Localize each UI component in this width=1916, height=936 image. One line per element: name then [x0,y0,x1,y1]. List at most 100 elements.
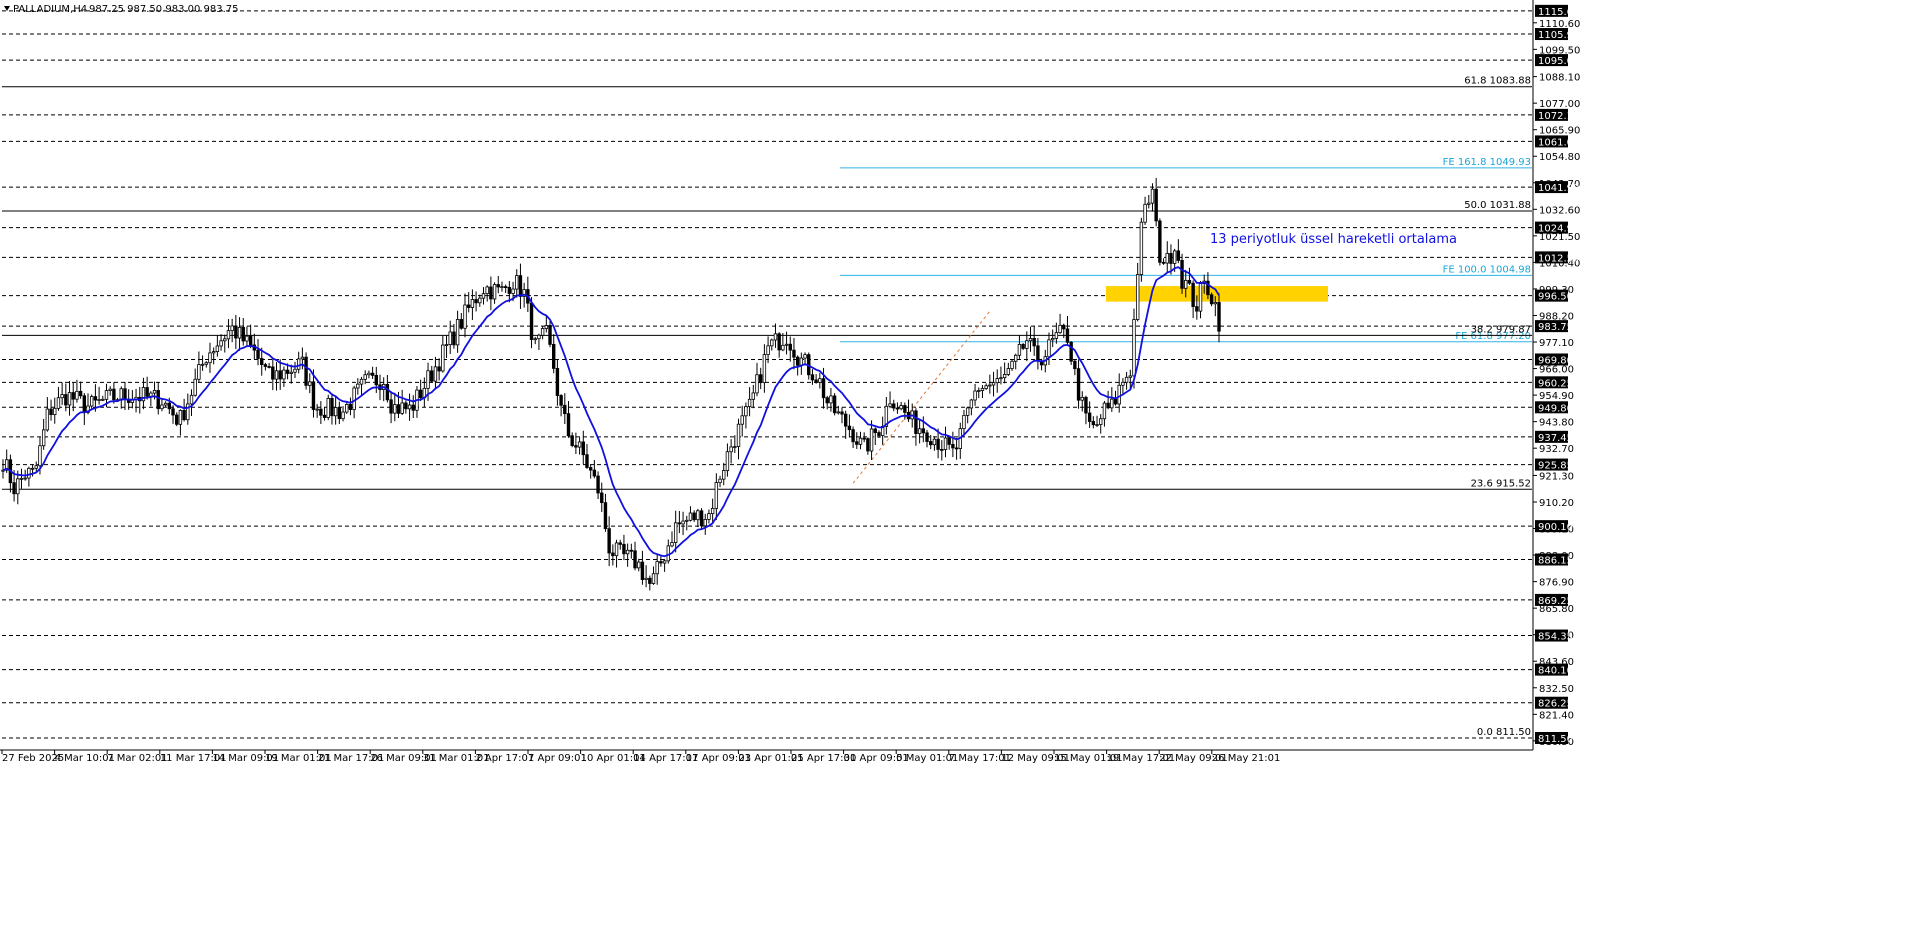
candle-body [699,510,704,527]
candle-body [1025,340,1029,349]
candle-body [622,543,626,555]
candle-body [260,358,264,365]
level-box-label: 983.75 [1538,322,1573,333]
candle-body [592,469,597,477]
candle-body [481,293,486,299]
candle-body [725,451,730,472]
candle-body [640,561,645,580]
price-tick-label: 1077.00 [1539,99,1580,110]
candle-body [333,407,338,417]
candle-body [271,366,275,380]
candle-body [792,349,796,358]
candle-body [45,408,50,431]
candle-body [75,390,79,400]
candle-body [1032,338,1036,347]
candle-body [93,396,98,401]
candle-body [596,475,600,494]
candle-body [788,343,792,351]
fe-label: FE 161.8 1049.93 [1443,157,1531,168]
candle-body [777,333,781,351]
candle-body [426,370,430,389]
candle-body [929,441,933,446]
candle-body [877,432,881,436]
candle-body [145,387,149,397]
fib-label: 38.2 979.87 [1471,324,1531,335]
candle-body [1036,345,1040,362]
candle-body [1065,328,1070,343]
candle-body [241,327,245,342]
candle-body [637,561,641,569]
level-box-label: 925.85 [1538,461,1573,472]
candle-body [330,397,334,417]
candle-body [237,327,242,339]
candle-body [467,304,471,308]
candle-body [1084,396,1088,414]
candle-body [733,446,737,448]
candle-body [692,512,696,521]
candle-body [418,389,423,399]
candle-body [463,304,467,329]
candle-body [515,275,519,290]
candle-body [696,510,700,521]
candle-body [577,441,582,448]
candle-body [799,357,804,366]
candle-body [478,297,482,304]
candle-body [747,398,752,407]
candle-body [315,408,319,411]
candle-body [1017,343,1022,356]
candle-body [740,415,744,425]
candle-body [459,319,464,329]
level-box-label: 969.80 [1538,355,1573,366]
price-tick-label: 1088.10 [1539,73,1580,84]
level-box-label: 900.10 [1538,522,1573,533]
candle-body [78,390,83,397]
candle-body [178,410,183,425]
candle-body [559,395,563,406]
candle-body [152,390,157,394]
candle-body [200,363,205,366]
candle-body [1132,319,1136,377]
candle-body [1028,338,1033,342]
candle-body [1172,250,1177,264]
candle-body [367,372,371,376]
candle-body [437,366,441,372]
price-tick-label: 1054.80 [1539,152,1580,163]
level-box-label: 1105.90 [1538,30,1579,41]
candle-body [219,340,223,347]
candle-body [1058,324,1062,333]
candle-body [374,374,379,386]
candle-body [662,560,667,564]
candle-body [1180,260,1184,289]
level-box-label: 840.10 [1538,666,1573,677]
candle-body [448,331,452,346]
candle-body [722,470,726,480]
level-box-label: 1024.95 [1538,224,1579,235]
candle-body [1110,398,1114,409]
candle-body [611,552,615,557]
candle-body [685,519,689,522]
candle-body [917,428,922,434]
candle-body [991,382,996,386]
candle-body [1187,279,1192,284]
candle-body [352,387,356,410]
candle-body [977,390,981,392]
candle-body [1121,381,1125,386]
candle-body [193,378,197,396]
price-tick-label: 1032.60 [1539,205,1580,216]
candle-body [385,383,390,401]
candle-body [1073,360,1077,370]
candle-body [1002,374,1007,379]
candle-body [1080,396,1084,401]
candle-body [433,366,438,382]
candle-body [337,407,342,420]
price-chart[interactable]: FE 161.8 1049.93FE 100.0 1004.98FE 61.8 … [0,0,1916,936]
candle-body [600,492,604,504]
level-box-label: 937.45 [1538,433,1573,444]
candle-body [947,437,951,445]
candle-body [552,343,556,369]
candle-body [189,394,194,405]
candle-body [869,428,874,452]
candle-body [566,413,571,437]
candle-body [226,330,231,340]
candle-body [940,448,944,451]
